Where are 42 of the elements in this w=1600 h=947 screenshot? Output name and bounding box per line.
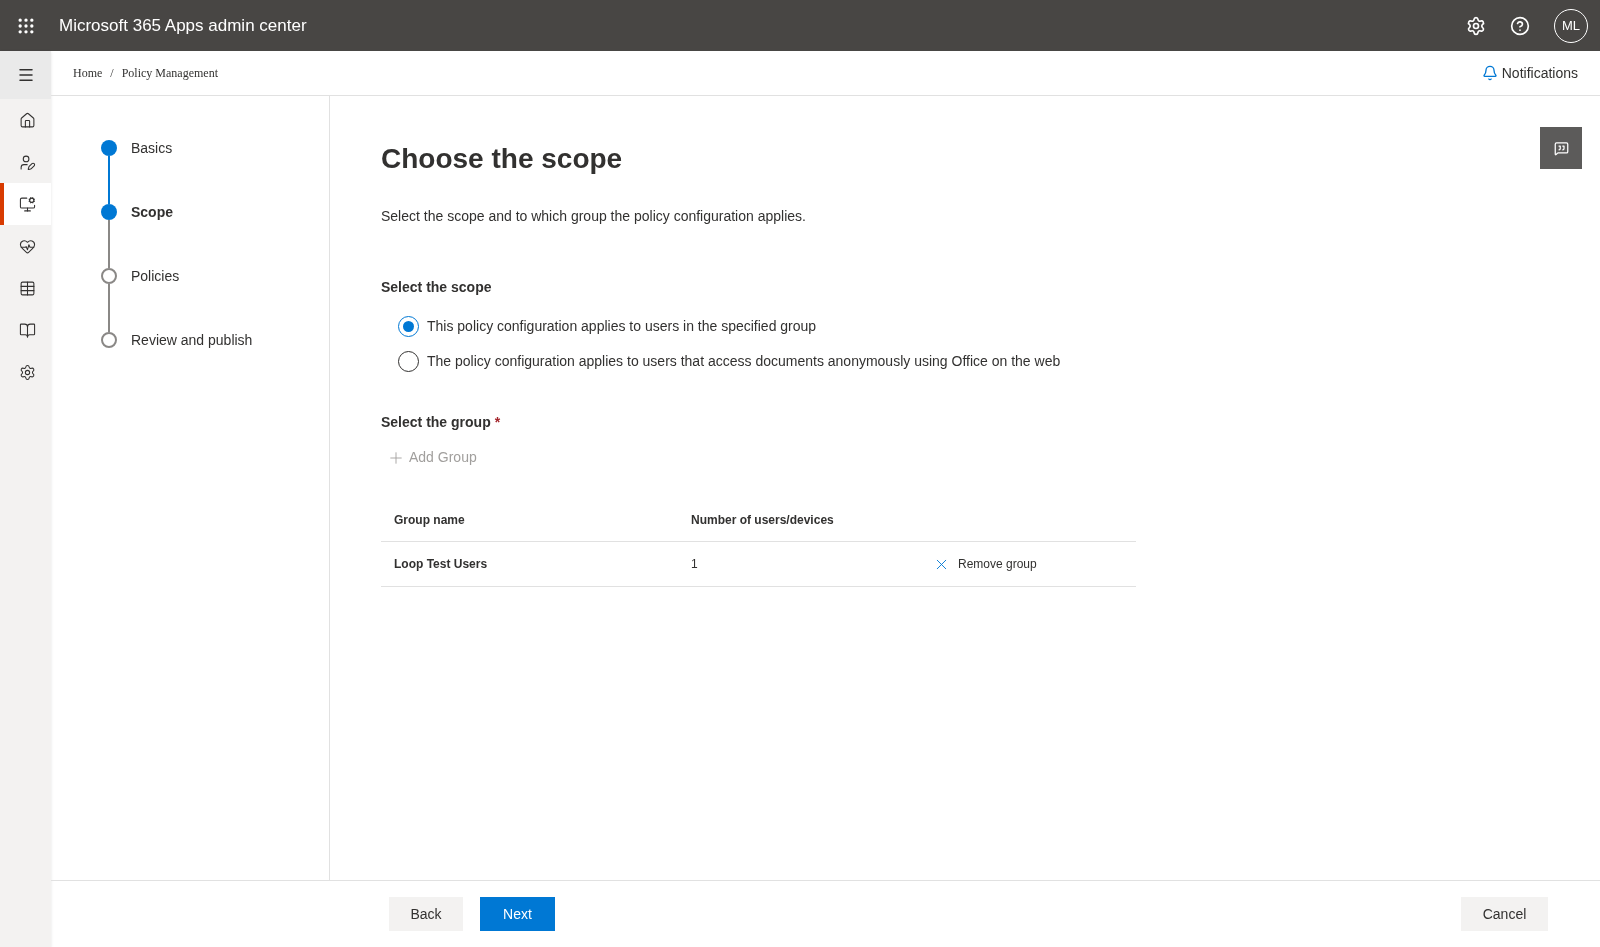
breadcrumb-separator: / xyxy=(110,65,114,82)
notifications-button[interactable]: Notifications xyxy=(1481,62,1578,84)
table-cell-text: 1 xyxy=(691,556,699,573)
bell-icon xyxy=(1481,65,1498,81)
help-icon[interactable] xyxy=(1510,15,1530,36)
page-description: Select the scope and to which group the policy configuration applies. xyxy=(381,207,807,226)
book-icon xyxy=(19,321,36,339)
menu-icon[interactable] xyxy=(0,51,51,99)
remove-group-button[interactable]: Remove group xyxy=(933,555,1037,573)
feedback-button[interactable] xyxy=(1540,127,1582,169)
page-title: Choose the scope xyxy=(381,142,623,176)
app-title: Microsoft 365 Apps admin center xyxy=(59,14,307,37)
step-label[interactable]: Scope xyxy=(131,204,173,268)
step-connector xyxy=(108,156,110,204)
heart-pulse-icon xyxy=(19,237,36,255)
section-heading: Select the scope xyxy=(381,278,493,297)
table-cell-text: Loop Test Users xyxy=(394,556,489,573)
settings-icon xyxy=(19,363,36,381)
menu-glyph-icon xyxy=(16,66,35,84)
nav-item[interactable] xyxy=(0,183,51,225)
radio-label: The policy configuration applies to users that access documents anonymously using Office on the web xyxy=(427,352,1061,371)
cancel-button[interactable]: Cancel xyxy=(1461,897,1548,931)
column-header: Number of users/devices xyxy=(691,511,834,529)
radio-label: This policy configuration applies to users in the specified group xyxy=(427,317,817,336)
monitor-icon xyxy=(19,195,36,213)
table-icon xyxy=(19,279,36,297)
step-label[interactable]: Review and publish xyxy=(131,332,253,348)
user-pen-icon xyxy=(19,153,36,171)
section-heading: Select the group xyxy=(381,413,491,432)
column-header: Group name xyxy=(394,511,466,529)
breadcrumb-link[interactable]: Home xyxy=(73,64,103,82)
next-button[interactable]: Next xyxy=(480,897,555,931)
step-connector xyxy=(108,220,110,268)
feedback-icon xyxy=(1553,140,1569,156)
required-mark: * xyxy=(494,413,501,432)
settings-icon[interactable] xyxy=(1466,15,1486,36)
step-label[interactable]: Policies xyxy=(131,268,180,332)
step-connector xyxy=(108,284,110,332)
back-button[interactable]: Back xyxy=(389,897,463,931)
breadcrumb-link[interactable]: Policy Management xyxy=(121,64,218,82)
home-icon xyxy=(19,111,36,129)
step-label[interactable]: Basics xyxy=(131,140,173,204)
